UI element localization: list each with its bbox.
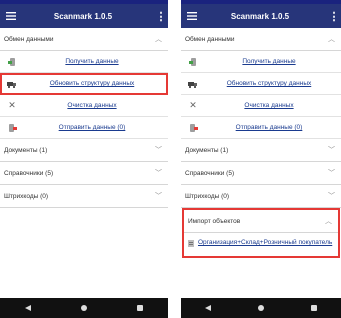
chevron-down-icon: ﹀ <box>328 193 335 200</box>
close-icon: ✕ <box>8 100 16 110</box>
section-exchange-label: Обмен данными <box>4 35 54 43</box>
action-clear-data[interactable]: ✕ Очистка данных <box>0 95 168 117</box>
device-download-icon <box>4 56 20 68</box>
section-barcodes-label: Штрихкоды (0) <box>4 192 49 200</box>
action-send-data[interactable]: Отправить данные (0) <box>0 117 168 139</box>
chevron-down-icon: ﹀ <box>155 147 162 154</box>
app-title: Scanmark 1.0.5 <box>53 11 113 21</box>
document-icon <box>188 240 198 250</box>
import-item-org-store-customer[interactable]: Организация+Склад+Розничный покупатель <box>184 233 338 256</box>
action-get-data-label: Получить данные <box>65 58 119 65</box>
section-exchange-header[interactable]: Обмен данными ︿ <box>181 28 341 51</box>
more-vert-icon[interactable]: ⋮ <box>154 4 168 28</box>
back-icon[interactable] <box>204 305 211 311</box>
import-item-label: Организация+Склад+Розничный покупатель <box>198 239 333 246</box>
action-get-data[interactable]: Получить данные <box>181 51 341 73</box>
chevron-up-icon: ︿ <box>328 36 335 43</box>
chevron-down-icon: ﹀ <box>155 170 162 177</box>
recents-icon[interactable] <box>311 305 318 311</box>
action-update-structure-label: Обновить структуру данных <box>49 80 135 87</box>
action-send-data-label: Отправить данные (0) <box>58 124 126 131</box>
section-import-objects[interactable]: Импорт объектов ︿ <box>184 210 338 233</box>
home-icon[interactable] <box>81 305 87 311</box>
phone-screen-left: Scanmark 1.0.5 ⋮ Обмен данными ︿ Получит… <box>0 0 168 318</box>
section-import-objects-label: Импорт объектов <box>188 217 241 225</box>
action-clear-data-label: Очистка данных <box>244 102 294 109</box>
android-nav-bar <box>181 298 341 318</box>
home-icon[interactable] <box>257 305 264 311</box>
section-references-label: Справочники (5) <box>185 169 235 177</box>
section-exchange-label: Обмен данными <box>185 35 235 43</box>
action-clear-data-label: Очистка данных <box>67 102 117 109</box>
section-barcodes[interactable]: Штрихкоды (0) ﹀ <box>181 185 341 208</box>
action-get-data-label: Получить данные <box>242 58 296 65</box>
app-bar: Scanmark 1.0.5 ⋮ <box>181 4 341 28</box>
chevron-down-icon: ﹀ <box>328 147 335 154</box>
action-send-data[interactable]: Отправить данные (0) <box>181 117 341 139</box>
more-vert-icon[interactable]: ⋮ <box>327 4 341 28</box>
device-upload-icon <box>4 122 20 134</box>
import-objects-panel: Импорт объектов ︿ Организация+Склад+Розн… <box>182 208 340 258</box>
section-exchange-header[interactable]: Обмен данными ︿ <box>0 28 168 51</box>
section-documents[interactable]: Документы (1) ﹀ <box>0 139 168 162</box>
device-upload-icon <box>185 122 201 134</box>
android-nav-bar <box>0 298 168 318</box>
action-get-data[interactable]: Получить данные <box>0 51 168 73</box>
chevron-down-icon: ﹀ <box>328 170 335 177</box>
action-update-structure[interactable]: Обновить структуру данных <box>0 73 168 95</box>
section-barcodes[interactable]: Штрихкоды (0) ﹀ <box>0 185 168 208</box>
truck-icon <box>4 78 20 90</box>
action-update-structure[interactable]: Обновить структуру данных <box>181 73 341 95</box>
section-barcodes-label: Штрихкоды (0) <box>185 192 230 200</box>
section-documents-label: Документы (1) <box>4 146 48 154</box>
section-references-label: Справочники (5) <box>4 169 54 177</box>
section-documents[interactable]: Документы (1) ﹀ <box>181 139 341 162</box>
chevron-down-icon: ﹀ <box>155 193 162 200</box>
section-references[interactable]: Справочники (5) ﹀ <box>181 162 341 185</box>
section-documents-label: Документы (1) <box>185 146 229 154</box>
back-icon[interactable] <box>25 305 31 311</box>
chevron-up-icon: ︿ <box>325 218 332 225</box>
app-bar: Scanmark 1.0.5 ⋮ <box>0 4 168 28</box>
device-download-icon <box>185 56 201 68</box>
action-update-structure-label: Обновить структуру данных <box>226 80 312 87</box>
app-title: Scanmark 1.0.5 <box>230 11 290 21</box>
action-clear-data[interactable]: ✕ Очистка данных <box>181 95 341 117</box>
section-references[interactable]: Справочники (5) ﹀ <box>0 162 168 185</box>
action-send-data-label: Отправить данные (0) <box>235 124 303 131</box>
chevron-up-icon: ︿ <box>155 36 162 43</box>
close-icon: ✕ <box>189 100 197 110</box>
truck-icon <box>185 78 201 90</box>
phone-screen-right: Scanmark 1.0.5 ⋮ Обмен данными ︿ Получит… <box>181 0 341 318</box>
recents-icon[interactable] <box>137 305 143 311</box>
